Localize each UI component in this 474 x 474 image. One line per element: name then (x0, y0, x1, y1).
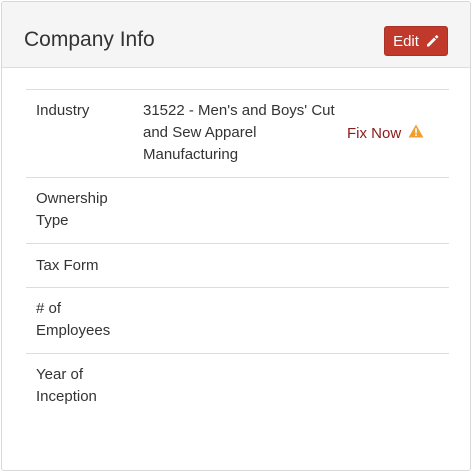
fix-now-label: Fix Now (347, 125, 402, 142)
industry-value: 31522 - Men's and Boys' Cut and Sew Appa… (143, 102, 335, 163)
year-of-inception-label: Year of Inception (36, 366, 97, 405)
panel-title: Company Info (24, 28, 155, 51)
panel-header: Company Info Edit (2, 2, 470, 68)
table-row-industry: Industry 31522 - Men's and Boys' Cut and… (26, 90, 449, 178)
employees-label: # of Employees (36, 300, 111, 339)
tax-form-label: Tax Form (36, 257, 99, 274)
table-row-employees: # of Employees (26, 288, 449, 354)
edit-button-label: Edit (393, 32, 419, 50)
fix-now-link[interactable]: Fix Now (347, 123, 424, 145)
company-info-table: Industry 31522 - Men's and Boys' Cut and… (26, 89, 449, 420)
warning-triangle-icon (408, 123, 424, 145)
pencil-icon (425, 34, 439, 48)
industry-label: Industry (36, 102, 90, 119)
table-row-year-of-inception: Year of Inception (26, 354, 449, 420)
table-row-ownership-type: Ownership Type (26, 178, 449, 244)
ownership-type-label: Ownership Type (36, 190, 108, 229)
edit-button[interactable]: Edit (384, 26, 448, 56)
table-row-tax-form: Tax Form (26, 244, 449, 288)
company-info-panel: Company Info Edit Industry 31522 - Men's… (1, 1, 471, 471)
